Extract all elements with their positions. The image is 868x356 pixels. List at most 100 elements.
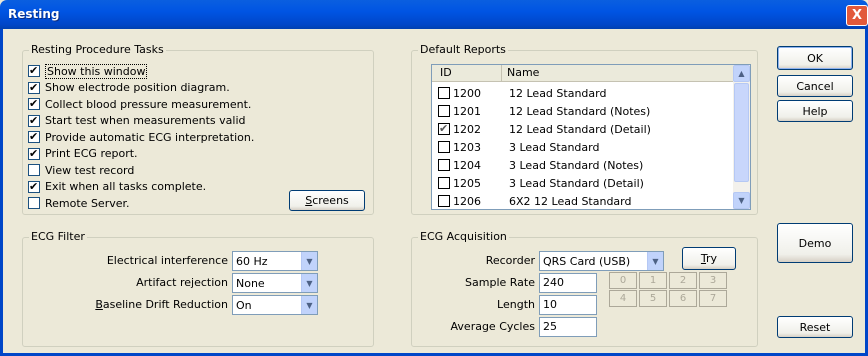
- task-checkbox[interactable]: Provide automatic ECG interpretation.: [28, 130, 254, 144]
- task-checkbox[interactable]: View test record: [28, 163, 134, 177]
- drift-value: On: [236, 298, 252, 312]
- checkbox-icon[interactable]: [438, 195, 450, 207]
- report-id: 1200: [453, 86, 481, 100]
- checkbox-icon[interactable]: [28, 97, 40, 110]
- drift-label-rest: aseline Drift Reduction: [102, 298, 228, 311]
- title-bar[interactable]: Resting X: [0, 0, 868, 29]
- task-label: Show electrode position diagram.: [45, 81, 230, 94]
- report-name: 12 Lead Standard (Notes): [509, 104, 651, 118]
- channel-number-button[interactable]: 6: [669, 290, 697, 307]
- report-row[interactable]: 1202 12 Lead Standard (Detail): [432, 120, 734, 138]
- task-checkbox[interactable]: Remote Server.: [28, 196, 130, 210]
- try-button[interactable]: Try: [682, 247, 736, 270]
- channel-number-button[interactable]: 5: [639, 290, 667, 307]
- reports-list[interactable]: ID Name 1200 12 Lead Standard 1201 12 Lead …: [431, 64, 751, 210]
- task-checkbox[interactable]: Start test when measurements valid: [28, 114, 246, 128]
- rate-input[interactable]: 240: [539, 273, 597, 293]
- channel-number-button[interactable]: 7: [699, 290, 727, 307]
- reports-scrollbar[interactable]: ▲ ▼: [733, 65, 750, 209]
- checkbox-icon[interactable]: [28, 81, 40, 94]
- recorder-select[interactable]: QRS Card (USB) ▼: [539, 251, 664, 271]
- scroll-up-icon[interactable]: ▲: [733, 65, 750, 82]
- report-row[interactable]: 1203 3 Lead Standard: [432, 138, 734, 156]
- checkbox-icon[interactable]: [438, 122, 450, 135]
- screens-label-rest: creens: [312, 194, 349, 207]
- col-divider: [501, 65, 502, 81]
- length-label: Length: [497, 298, 535, 311]
- scroll-down-icon[interactable]: ▼: [733, 192, 750, 209]
- checkbox-icon[interactable]: [438, 141, 450, 153]
- task-checkbox[interactable]: Print ECG report.: [28, 147, 138, 161]
- try-label-rest: ry: [706, 252, 718, 265]
- checkbox-icon[interactable]: [28, 197, 40, 209]
- checkbox-icon[interactable]: [438, 105, 450, 117]
- close-button[interactable]: X: [846, 5, 868, 26]
- task-label: View test record: [45, 163, 135, 177]
- checkbox-icon[interactable]: [28, 147, 40, 160]
- channel-number-button[interactable]: 1: [639, 272, 667, 289]
- task-label: Show this window: [45, 63, 148, 79]
- drift-label: Baseline Drift Reduction: [95, 298, 228, 311]
- col-id-header[interactable]: ID: [440, 66, 452, 79]
- report-id: 1206: [453, 194, 481, 208]
- acquisition-legend: ECG Acquisition: [418, 230, 509, 243]
- report-id: 1201: [453, 104, 481, 118]
- recorder-value: QRS Card (USB): [543, 254, 631, 268]
- filter-legend: ECG Filter: [29, 230, 87, 243]
- help-button[interactable]: Help: [777, 100, 853, 122]
- screens-button[interactable]: Screens: [289, 190, 365, 211]
- report-row[interactable]: 1204 3 Lead Standard (Notes): [432, 156, 734, 174]
- checkbox-icon[interactable]: [28, 114, 40, 127]
- checkbox-icon[interactable]: [28, 64, 40, 77]
- chevron-down-icon[interactable]: ▼: [301, 252, 317, 270]
- report-id: 1202: [453, 122, 481, 136]
- checkbox-icon[interactable]: [438, 159, 450, 171]
- task-label: Remote Server.: [45, 196, 130, 210]
- task-label: Start test when measurements valid: [45, 114, 246, 127]
- report-row[interactable]: 1205 3 Lead Standard (Detail): [432, 174, 734, 192]
- cancel-button[interactable]: Cancel: [777, 75, 853, 97]
- interference-select[interactable]: 60 Hz ▼: [232, 251, 318, 271]
- report-id: 1203: [453, 140, 481, 154]
- recorder-label: Recorder: [485, 254, 535, 267]
- task-checkbox[interactable]: Show this window: [28, 63, 148, 79]
- artifact-value: None: [236, 276, 265, 290]
- report-row[interactable]: 1201 12 Lead Standard (Notes): [432, 102, 734, 120]
- chevron-down-icon[interactable]: ▼: [301, 296, 317, 314]
- length-input[interactable]: 10: [539, 295, 597, 315]
- col-name-header[interactable]: Name: [507, 66, 539, 79]
- interference-value: 60 Hz: [236, 254, 268, 268]
- reports-legend: Default Reports: [418, 43, 508, 56]
- artifact-select[interactable]: None ▼: [232, 273, 318, 293]
- reset-button[interactable]: Reset: [777, 316, 853, 338]
- report-name: 3 Lead Standard: [509, 140, 600, 154]
- ok-button[interactable]: OK: [777, 46, 853, 70]
- checkbox-icon[interactable]: [28, 130, 40, 143]
- task-checkbox[interactable]: Collect blood pressure measurement.: [28, 97, 251, 111]
- channel-number-button[interactable]: 3: [699, 272, 727, 289]
- report-name: 6X2 12 Lead Standard: [509, 194, 632, 208]
- report-row[interactable]: 1206 6X2 12 Lead Standard: [432, 192, 734, 209]
- cycles-input[interactable]: 25: [539, 317, 597, 337]
- chevron-down-icon[interactable]: ▼: [301, 274, 317, 292]
- channel-number-button[interactable]: 0: [609, 272, 637, 289]
- checkbox-icon[interactable]: [438, 177, 450, 189]
- channel-number-button[interactable]: 2: [669, 272, 697, 289]
- window-title: Resting: [8, 7, 60, 21]
- reports-list-header: ID Name: [432, 65, 734, 82]
- checkbox-icon[interactable]: [28, 180, 40, 193]
- scroll-thumb[interactable]: [734, 83, 749, 182]
- report-name: 12 Lead Standard: [509, 86, 607, 100]
- chevron-down-icon[interactable]: ▼: [647, 252, 663, 270]
- report-row[interactable]: 1200 12 Lead Standard: [432, 84, 734, 102]
- task-checkbox[interactable]: Show electrode position diagram.: [28, 81, 230, 95]
- task-checkbox[interactable]: Exit when all tasks complete.: [28, 180, 206, 194]
- task-label: Print ECG report.: [45, 147, 138, 160]
- checkbox-icon[interactable]: [438, 87, 450, 99]
- report-id: 1205: [453, 176, 481, 190]
- drift-select[interactable]: On ▼: [232, 295, 318, 315]
- demo-button[interactable]: Demo: [777, 223, 853, 263]
- channel-number-button[interactable]: 4: [609, 290, 637, 307]
- checkbox-icon[interactable]: [28, 164, 40, 176]
- tasks-legend: Resting Procedure Tasks: [29, 43, 166, 56]
